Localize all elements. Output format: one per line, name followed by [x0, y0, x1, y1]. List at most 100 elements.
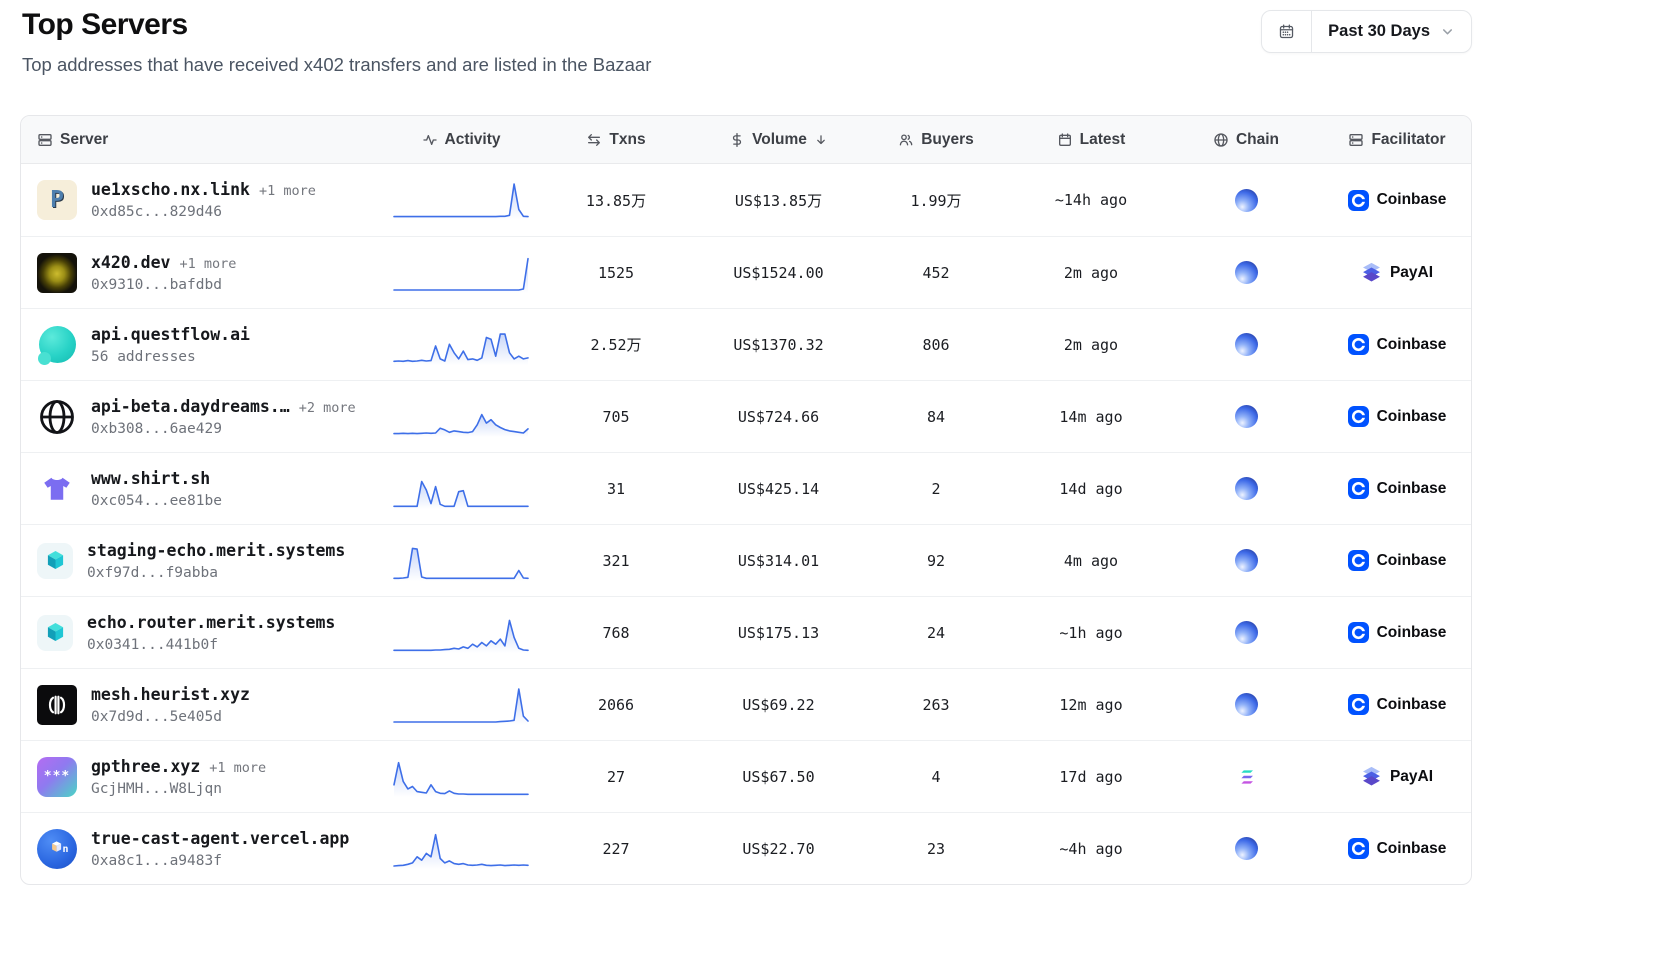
txns-value: 31 [536, 480, 696, 498]
facilitator-icon [1348, 694, 1369, 715]
facilitator-cell: Coinbase [1321, 694, 1472, 715]
server-address: 0x0341...441b0f [87, 637, 335, 653]
table-row[interactable]: P ue1xscho.nx.link +1 more 0xd85c...829d… [21, 164, 1471, 236]
svg-text:n: n [62, 844, 68, 855]
column-header-server[interactable]: Server [21, 131, 386, 149]
volume-value: US$13.85万 [696, 190, 861, 211]
server-address: 0xc054...ee81be [91, 493, 222, 509]
facilitator-icon [1361, 766, 1382, 787]
column-label: Facilitator [1371, 131, 1445, 149]
txns-value: 768 [536, 624, 696, 642]
facilitator-icon [1348, 838, 1369, 859]
table-row[interactable]: x420.dev +1 more 0x9310...bafdbd 1525 US… [21, 236, 1471, 308]
volume-value: US$314.01 [696, 552, 861, 570]
facilitator-name: Coinbase [1377, 624, 1447, 642]
facilitator-name: Coinbase [1377, 696, 1447, 714]
server-icon [37, 132, 53, 148]
server-name: true-cast-agent.vercel.app [91, 829, 349, 848]
chain-cell [1171, 405, 1321, 428]
activity-sparkline [386, 393, 536, 441]
server-extra-count: +1 more [179, 256, 236, 272]
server-name: echo.router.merit.systems [87, 613, 335, 632]
sort-desc-icon [814, 133, 828, 147]
column-header-latest[interactable]: Latest [1011, 131, 1171, 149]
calendar-button[interactable] [1262, 11, 1312, 52]
page-subtitle: Top addresses that have received x402 tr… [22, 54, 651, 76]
buyers-value: 1.99万 [861, 190, 1011, 211]
server-name: www.shirt.sh [91, 469, 210, 488]
server-cell: echo.router.merit.systems 0x0341...441b0… [21, 613, 386, 653]
latest-value: ~4h ago [1011, 840, 1171, 858]
chain-cell [1171, 837, 1321, 860]
column-header-chain[interactable]: Chain [1171, 131, 1321, 149]
column-header-activity[interactable]: Activity [386, 131, 536, 149]
calendar-icon [1057, 132, 1073, 148]
top-servers-page: Top Servers Top addresses that have rece… [0, 0, 1660, 959]
server-address: 0xf97d...f9abba [87, 565, 345, 581]
base-chain-icon [1235, 477, 1258, 500]
volume-value: US$22.70 [696, 840, 861, 858]
table-row[interactable]: n true-cast-agent.vercel.app 0xa8c1...a9… [21, 812, 1471, 884]
server-name: gpthree.xyz [91, 757, 200, 776]
globe-logo [37, 397, 77, 437]
volume-value: US$425.14 [696, 480, 861, 498]
column-header-buyers[interactable]: Buyers [861, 131, 1011, 149]
server-name: api.questflow.ai [91, 325, 250, 344]
facilitator-cell: Coinbase [1321, 838, 1472, 859]
table-row[interactable]: echo.router.merit.systems 0x0341...441b0… [21, 596, 1471, 668]
facilitator-name: Coinbase [1377, 336, 1447, 354]
table-row[interactable]: api.questflow.ai 56 addresses 2.52万 US$1… [21, 308, 1471, 380]
latest-value: 14d ago [1011, 480, 1171, 498]
latest-value: ~1h ago [1011, 624, 1171, 642]
table-row[interactable]: mesh.heurist.xyz 0x7d9d...5e405d 2066 US… [21, 668, 1471, 740]
table-row[interactable]: *** gpthree.xyz +1 more GcjHMH...W8Ljqn … [21, 740, 1471, 812]
x420-logo [37, 253, 77, 293]
latest-value: 17d ago [1011, 768, 1171, 786]
facilitator-name: Coinbase [1377, 552, 1447, 570]
facilitator-cell: PayAI [1321, 766, 1472, 787]
buyers-value: 24 [861, 624, 1011, 642]
facilitator-cell: Coinbase [1321, 622, 1472, 643]
volume-value: US$67.50 [696, 768, 861, 786]
column-header-volume[interactable]: Volume [696, 131, 861, 149]
column-label: Server [60, 131, 108, 149]
latest-value: 2m ago [1011, 264, 1171, 282]
server-cell: *** gpthree.xyz +1 more GcjHMH...W8Ljqn [21, 757, 386, 797]
globe-icon [1213, 132, 1229, 148]
table-row[interactable]: staging-echo.merit.systems 0xf97d...f9ab… [21, 524, 1471, 596]
table-row[interactable]: api-beta.daydreams.… +2 more 0xb308...6a… [21, 380, 1471, 452]
column-label: Latest [1080, 131, 1126, 149]
date-range-label: Past 30 Days [1328, 22, 1430, 41]
server-icon [1348, 132, 1364, 148]
heurist-logo [37, 685, 77, 725]
column-header-txns[interactable]: Txns [536, 131, 696, 149]
column-label: Buyers [921, 131, 974, 149]
column-header-facilitator[interactable]: Facilitator [1321, 131, 1472, 149]
buyers-value: 263 [861, 696, 1011, 714]
table-row[interactable]: www.shirt.sh 0xc054...ee81be 31 US$425.1… [21, 452, 1471, 524]
server-address: GcjHMH...W8Ljqn [91, 781, 266, 797]
top-servers-table: Server ActivityTxnsVolume Buyers Latest Chai… [20, 115, 1472, 885]
facilitator-icon [1361, 262, 1382, 283]
activity-sparkline [386, 753, 536, 801]
volume-value: US$69.22 [696, 696, 861, 714]
transfers-icon [586, 132, 602, 148]
server-extra-count: +1 more [209, 760, 266, 776]
shirt-logo [37, 469, 77, 509]
chain-cell [1171, 261, 1321, 284]
buyers-value: 23 [861, 840, 1011, 858]
facilitator-cell: Coinbase [1321, 334, 1472, 355]
facilitator-name: Coinbase [1377, 408, 1447, 426]
server-cell: api-beta.daydreams.… +2 more 0xb308...6a… [21, 397, 386, 437]
buyers-value: 452 [861, 264, 1011, 282]
date-range-dropdown[interactable]: Past 30 Days [1312, 11, 1471, 52]
server-name: ue1xscho.nx.link [91, 180, 250, 199]
activity-sparkline [386, 176, 536, 224]
facilitator-icon [1348, 406, 1369, 427]
base-chain-icon [1235, 261, 1258, 284]
server-extra-count: +2 more [299, 400, 356, 416]
chain-cell [1171, 549, 1321, 572]
buyers-value: 2 [861, 480, 1011, 498]
base-chain-icon [1235, 189, 1258, 212]
latest-value: 2m ago [1011, 336, 1171, 354]
